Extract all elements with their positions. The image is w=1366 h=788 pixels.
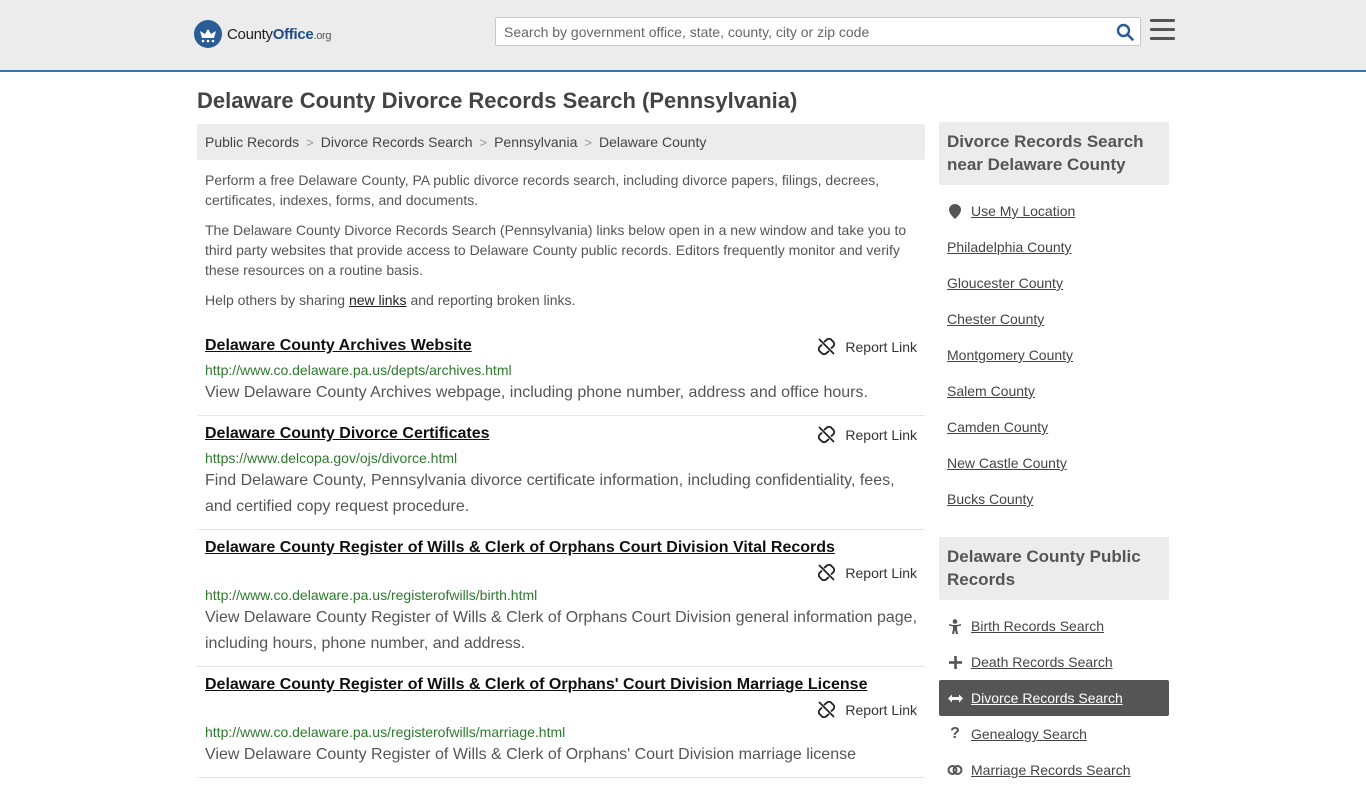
- result-description: View Delaware County Register of Wills &…: [205, 609, 918, 652]
- sidebar-item-label[interactable]: Birth Records Search: [971, 618, 1104, 634]
- map-pin-icon: [947, 203, 963, 219]
- nearby-county-item[interactable]: Philadelphia County: [939, 229, 1169, 265]
- question-icon: ?: [950, 725, 960, 742]
- report-link-button[interactable]: Report Link: [818, 699, 917, 718]
- nearby-county-item[interactable]: Gloucester County: [939, 265, 1169, 301]
- nearby-county-item[interactable]: Camden County: [939, 409, 1169, 445]
- result-item: Delaware County Register of Wills & Cler…: [197, 667, 925, 778]
- nearby-county-item[interactable]: Montgomery County: [939, 337, 1169, 373]
- report-link-button[interactable]: Report Link: [818, 562, 917, 581]
- report-link-label: Report Link: [845, 701, 917, 718]
- site-logo[interactable]: CountyOffice.org: [194, 20, 332, 48]
- search-icon: [1116, 23, 1134, 41]
- report-link-label: Report Link: [845, 338, 917, 355]
- nearby-county-list: Use My Location Philadelphia County Glou…: [939, 193, 1169, 517]
- sidebar-item-label[interactable]: Death Records Search: [971, 654, 1113, 670]
- result-item: Delaware County Register of Wills & Cler…: [197, 530, 925, 667]
- search-input[interactable]: [496, 19, 1110, 44]
- breadcrumb: Public Records > Divorce Records Search …: [197, 124, 925, 160]
- breadcrumb-pennsylvania[interactable]: Pennsylvania: [494, 134, 577, 150]
- use-my-location-item[interactable]: Use My Location: [939, 193, 1169, 229]
- breadcrumb-delaware-county[interactable]: Delaware County: [599, 134, 706, 150]
- broken-link-icon: [818, 338, 836, 355]
- result-url: http://www.co.delaware.pa.us/registerofw…: [205, 724, 566, 740]
- search-bar: [495, 17, 1141, 46]
- result-item: Delaware County Divorce Certificates Rep…: [197, 416, 925, 530]
- report-link-button[interactable]: Report Link: [818, 336, 917, 355]
- intro-p3-before: Help others by sharing: [205, 292, 349, 308]
- nearby-county-item[interactable]: Chester County: [939, 301, 1169, 337]
- nearby-county-item[interactable]: Salem County: [939, 373, 1169, 409]
- result-title-link[interactable]: Delaware County Register of Wills & Cler…: [205, 539, 835, 556]
- nearby-county-link[interactable]: Chester County: [947, 311, 1044, 327]
- result-item: Delaware County Archives Website Report …: [197, 328, 925, 416]
- search-button[interactable]: [1110, 19, 1140, 44]
- seal-logo-icon: [194, 20, 222, 48]
- nearby-county-link[interactable]: Salem County: [947, 383, 1035, 399]
- breadcrumb-separator: >: [479, 134, 488, 150]
- broken-link-icon: [818, 564, 836, 581]
- sidebar-item-marriage-records[interactable]: Marriage Records Search: [939, 752, 1169, 788]
- use-my-location-link[interactable]: Use My Location: [971, 203, 1075, 219]
- report-link-label: Report Link: [845, 426, 917, 443]
- sidebar-item-label[interactable]: Marriage Records Search: [971, 762, 1131, 778]
- result-description: View Delaware County Register of Wills &…: [205, 746, 856, 763]
- result-title-link[interactable]: Delaware County Divorce Certificates: [205, 424, 490, 444]
- breadcrumb-divorce-records-search[interactable]: Divorce Records Search: [321, 134, 473, 150]
- result-url: http://www.co.delaware.pa.us/depts/archi…: [205, 362, 512, 378]
- result-title-link[interactable]: Delaware County Archives Website: [205, 336, 472, 356]
- sidebar-item-label[interactable]: Genealogy Search: [971, 726, 1087, 742]
- result-description: Find Delaware County, Pennsylvania divor…: [205, 472, 895, 515]
- nearby-county-link[interactable]: Bucks County: [947, 491, 1033, 507]
- intro-text: Perform a free Delaware County, PA publi…: [197, 170, 925, 310]
- intro-paragraph-3: Help others by sharing new links and rep…: [205, 290, 917, 310]
- report-link-button[interactable]: Report Link: [818, 424, 917, 443]
- public-records-heading: Delaware County Public Records: [939, 537, 1169, 600]
- logo-tld-text: .org: [313, 29, 332, 42]
- breadcrumb-separator: >: [306, 134, 314, 150]
- breadcrumb-public-records[interactable]: Public Records: [205, 134, 299, 150]
- sidebar-item-label[interactable]: Divorce Records Search: [971, 690, 1123, 706]
- new-links-link[interactable]: new links: [349, 292, 407, 308]
- nearby-county-link[interactable]: Gloucester County: [947, 275, 1063, 291]
- cross-icon: [947, 655, 963, 669]
- nearby-county-item[interactable]: New Castle County: [939, 445, 1169, 481]
- rings-icon: [947, 764, 963, 776]
- result-url: http://www.co.delaware.pa.us/registerofw…: [205, 587, 538, 603]
- intro-paragraph-1: Perform a free Delaware County, PA publi…: [205, 172, 880, 208]
- intro-paragraph-2: The Delaware County Divorce Records Sear…: [205, 222, 907, 278]
- sidebar-item-birth-records[interactable]: Birth Records Search: [939, 608, 1169, 644]
- broken-link-icon: [818, 426, 836, 443]
- sidebar-item-death-records[interactable]: Death Records Search: [939, 644, 1169, 680]
- logo-wordmark: CountyOffice.org: [227, 25, 332, 43]
- nearby-county-link[interactable]: Philadelphia County: [947, 239, 1072, 255]
- breadcrumb-separator: >: [584, 134, 592, 150]
- sidebar: Divorce Records Search near Delaware Cou…: [939, 122, 1169, 788]
- nearby-county-link[interactable]: Camden County: [947, 419, 1048, 435]
- logo-main-text: County: [227, 25, 273, 43]
- nearby-county-link[interactable]: New Castle County: [947, 455, 1067, 471]
- nearby-county-link[interactable]: Montgomery County: [947, 347, 1073, 363]
- main-content: Public Records > Divorce Records Search …: [197, 124, 925, 778]
- nearby-county-item[interactable]: Bucks County: [939, 481, 1169, 517]
- result-url: https://www.delcopa.gov/ojs/divorce.html: [205, 450, 458, 466]
- result-title-link[interactable]: Delaware County Register of Wills & Cler…: [205, 676, 867, 693]
- public-records-list: Birth Records Search Death Records Searc…: [939, 608, 1169, 788]
- logo-accent-text: Office: [272, 25, 314, 43]
- broken-link-icon: [818, 701, 836, 718]
- hamburger-menu-icon[interactable]: [1150, 19, 1175, 41]
- sidebar-item-divorce-records[interactable]: Divorce Records Search: [939, 680, 1169, 716]
- intro-p3-after: and reporting broken links.: [406, 292, 576, 308]
- nearby-heading: Divorce Records Search near Delaware Cou…: [939, 122, 1169, 185]
- report-link-label: Report Link: [845, 564, 917, 581]
- page-title: Delaware County Divorce Records Search (…: [197, 88, 798, 113]
- sidebar-item-genealogy[interactable]: ? Genealogy Search: [939, 716, 1169, 752]
- site-header: CountyOffice.org: [0, 0, 1366, 72]
- result-description: View Delaware County Archives webpage, i…: [205, 384, 868, 401]
- child-icon: [947, 618, 963, 634]
- arrows-horizontal-icon: [947, 693, 963, 704]
